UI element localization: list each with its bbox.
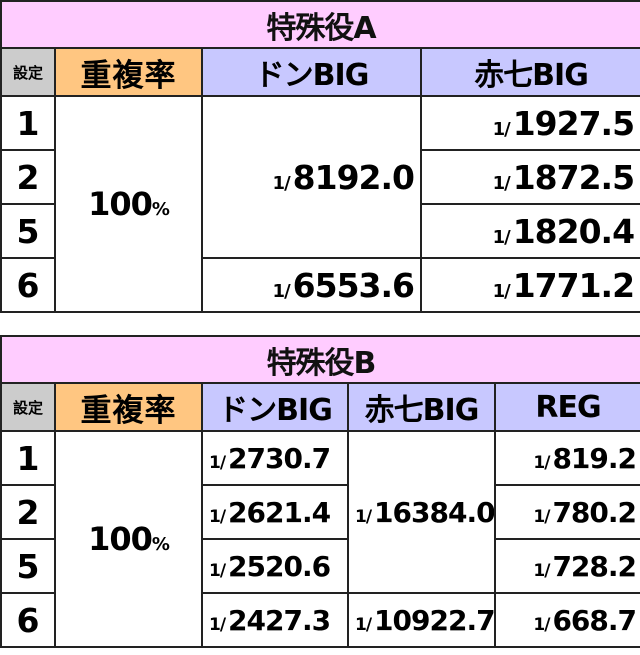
header-setting: 設定	[0, 47, 56, 97]
reg-cell: 1/668.7	[493, 592, 640, 648]
prob-prefix: 1/	[492, 226, 511, 248]
setting-cell: 6	[0, 257, 56, 313]
prob-value: 2427.3	[228, 603, 331, 637]
don-big-cell: 1/2621.4	[201, 484, 349, 540]
table-title: 特殊役A	[0, 0, 640, 49]
setting-cell: 1	[0, 95, 56, 151]
table-row: 1 100% 1/8192.0 1/1927.5	[0, 95, 640, 313]
prob-value: 1771.2	[512, 265, 635, 305]
prob-value: 780.2	[552, 495, 637, 529]
dup-rate-unit: %	[151, 534, 170, 555]
prob-value: 8192.0	[292, 157, 415, 197]
header-setting: 設定	[0, 382, 56, 432]
dup-rate-value: 100	[88, 520, 153, 558]
header-aka7-big: 赤七BIG	[419, 47, 640, 97]
header-don-big: ドンBIG	[201, 47, 422, 97]
prob-prefix: 1/	[492, 118, 511, 140]
dup-rate-unit: %	[151, 199, 170, 220]
aka7-big-cell: 1/1927.5	[419, 95, 640, 151]
prob-value: 2520.6	[228, 549, 331, 583]
prob-prefix: 1/	[492, 172, 511, 194]
prob-prefix: 1/	[355, 506, 372, 527]
setting-cell: 6	[0, 592, 56, 648]
prob-prefix: 1/	[533, 506, 550, 527]
dup-rate-cell: 100%	[54, 430, 203, 648]
aka7-big-cell: 1/16384.0	[347, 430, 496, 594]
aka7-big-cell: 1/1820.4	[419, 203, 640, 259]
don-big-cell: 1/2730.7	[201, 430, 349, 486]
prob-value: 819.2	[552, 441, 637, 475]
table-title: 特殊役B	[0, 335, 640, 384]
prob-value: 1872.5	[512, 157, 635, 197]
prob-prefix: 1/	[209, 560, 226, 581]
prob-prefix: 1/	[272, 280, 291, 302]
don-big-cell: 1/2520.6	[201, 538, 349, 594]
header-aka7-big: 赤七BIG	[347, 382, 496, 432]
prob-value: 6553.6	[292, 265, 415, 305]
setting-cell: 2	[0, 149, 56, 205]
special-role-a-table: 特殊役A 設定 重複率 ドンBIG 赤七BIG 1 100% 1/8192.0 …	[0, 0, 640, 313]
prob-value: 1927.5	[512, 103, 635, 143]
header-don-big: ドンBIG	[201, 382, 349, 432]
dup-rate-value: 100	[88, 185, 153, 223]
don-big-cell: 1/2427.3	[201, 592, 349, 648]
prob-prefix: 1/	[209, 614, 226, 635]
prob-prefix: 1/	[533, 560, 550, 581]
prob-prefix: 1/	[355, 614, 372, 635]
prob-value: 1820.4	[512, 211, 635, 251]
prob-value: 668.7	[552, 603, 637, 637]
dup-rate-cell: 100%	[54, 95, 203, 313]
special-role-b-table: 特殊役B 設定 重複率 ドンBIG 赤七BIG REG 1 100% 1/273…	[0, 335, 640, 648]
prob-value: 2621.4	[228, 495, 331, 529]
header-reg: REG	[493, 382, 640, 432]
setting-cell: 2	[0, 484, 56, 540]
setting-cell: 5	[0, 203, 56, 259]
reg-cell: 1/728.2	[493, 538, 640, 594]
don-big-cell: 1/6553.6	[201, 257, 422, 313]
reg-cell: 1/780.2	[493, 484, 640, 540]
aka7-big-cell: 1/1771.2	[419, 257, 640, 313]
prob-prefix: 1/	[209, 452, 226, 473]
prob-prefix: 1/	[209, 506, 226, 527]
table-row: 1 100% 1/2730.7 1/16384.0 1/819.2	[0, 430, 640, 648]
prob-prefix: 1/	[533, 614, 550, 635]
reg-cell: 1/819.2	[493, 430, 640, 486]
don-big-cell: 1/8192.0	[201, 95, 422, 259]
prob-value: 2730.7	[228, 441, 331, 475]
prob-prefix: 1/	[533, 452, 550, 473]
prob-value: 728.2	[552, 549, 637, 583]
header-dup-rate: 重複率	[54, 382, 203, 432]
prob-value: 16384.0	[374, 495, 495, 529]
prob-prefix: 1/	[272, 172, 291, 194]
prob-prefix: 1/	[492, 280, 511, 302]
header-dup-rate: 重複率	[54, 47, 203, 97]
setting-cell: 5	[0, 538, 56, 594]
setting-cell: 1	[0, 430, 56, 486]
aka7-big-cell: 1/10922.7	[347, 592, 496, 648]
prob-value: 10922.7	[374, 603, 495, 637]
aka7-big-cell: 1/1872.5	[419, 149, 640, 205]
